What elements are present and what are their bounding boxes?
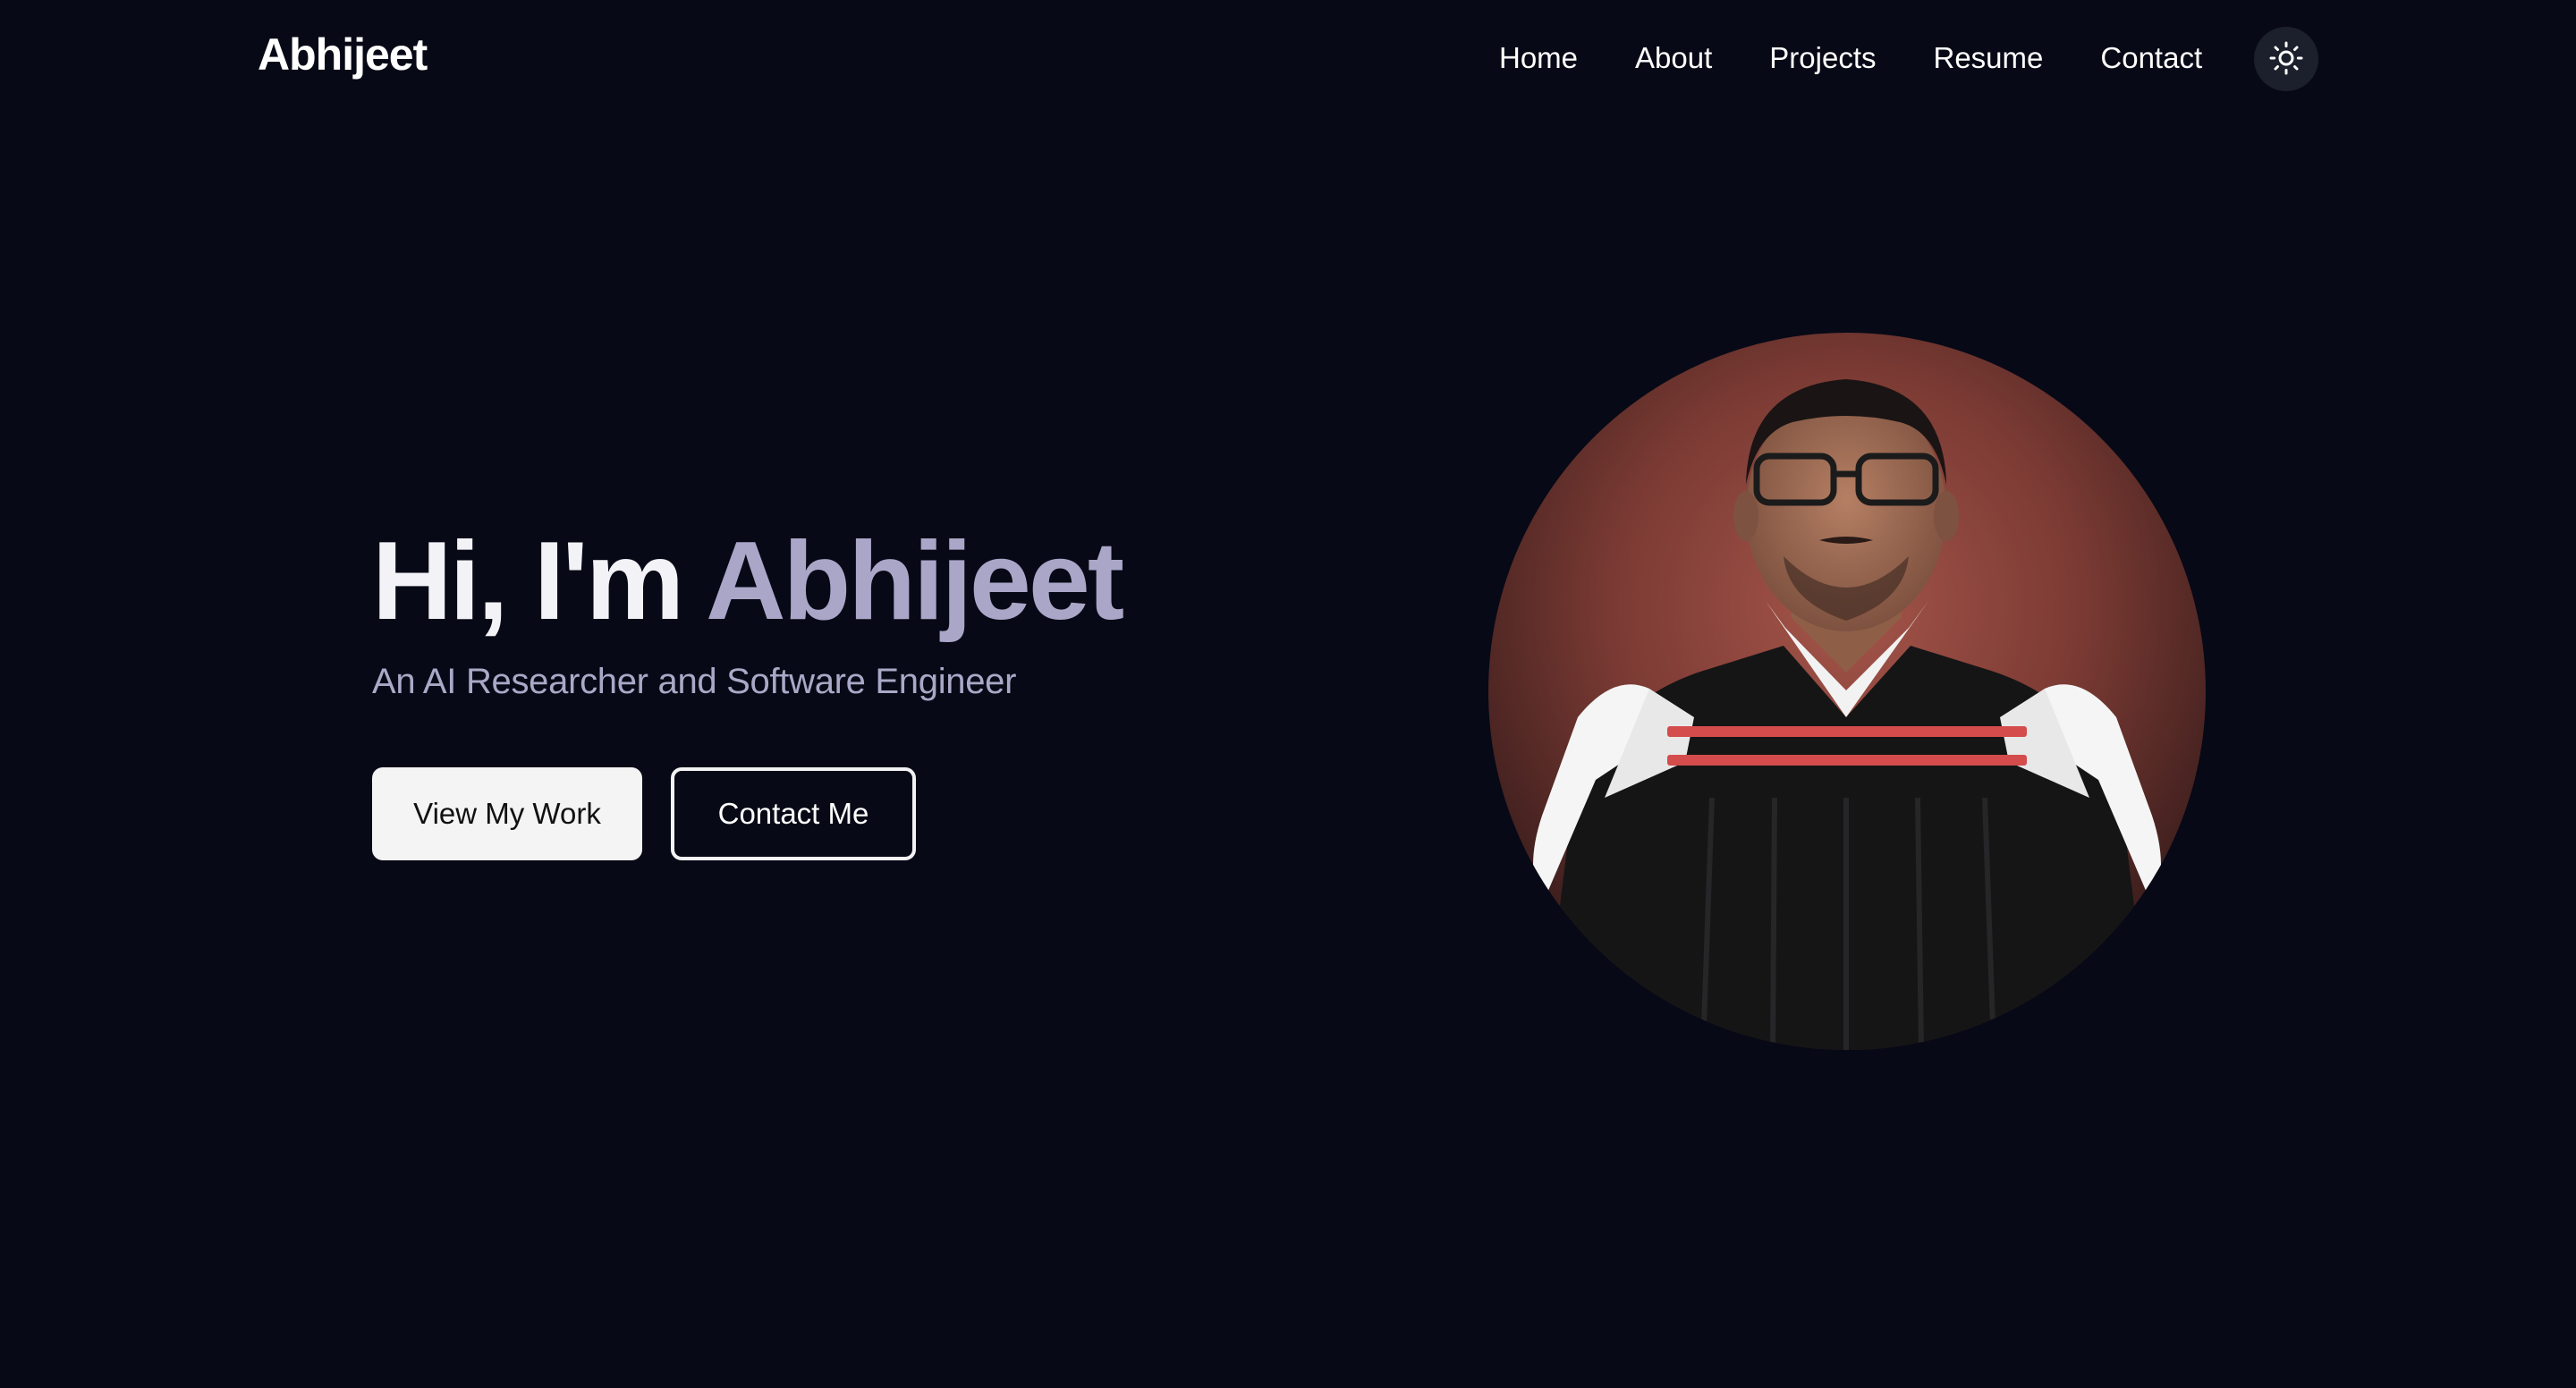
brand-logo-link[interactable]: Abhijeet xyxy=(258,29,428,80)
sun-icon xyxy=(2268,40,2304,79)
contact-me-button[interactable]: Contact Me xyxy=(671,767,916,860)
nav-link-home[interactable]: Home xyxy=(1499,38,1578,79)
view-my-work-button[interactable]: View My Work xyxy=(372,767,642,860)
hero-name: Abhijeet xyxy=(705,520,1124,643)
nav-link-contact[interactable]: Contact xyxy=(2100,38,2202,79)
nav-link-about[interactable]: About xyxy=(1635,38,1712,79)
page: Abhijeet Home About Projects Resume Cont… xyxy=(0,0,2576,1388)
nav-links: Home About Projects Resume Contact xyxy=(1499,38,2202,79)
hero-greeting: Hi, I'm xyxy=(372,520,684,643)
nav-link-resume[interactable]: Resume xyxy=(1934,38,2044,79)
nav-link-projects[interactable]: Projects xyxy=(1769,38,1876,79)
hero-subtitle: An AI Researcher and Software Engineer xyxy=(372,662,1017,701)
hero-section: Hi, I'm Abhijeet An AI Researcher and So… xyxy=(372,510,1124,705)
hero-headline: Hi, I'm Abhijeet xyxy=(372,510,1124,653)
profile-photo xyxy=(1488,333,2206,1050)
theme-toggle-button[interactable] xyxy=(2254,27,2318,91)
hero-buttons: View My Work Contact Me xyxy=(372,767,916,860)
navbar: Abhijeet Home About Projects Resume Cont… xyxy=(0,0,2576,116)
